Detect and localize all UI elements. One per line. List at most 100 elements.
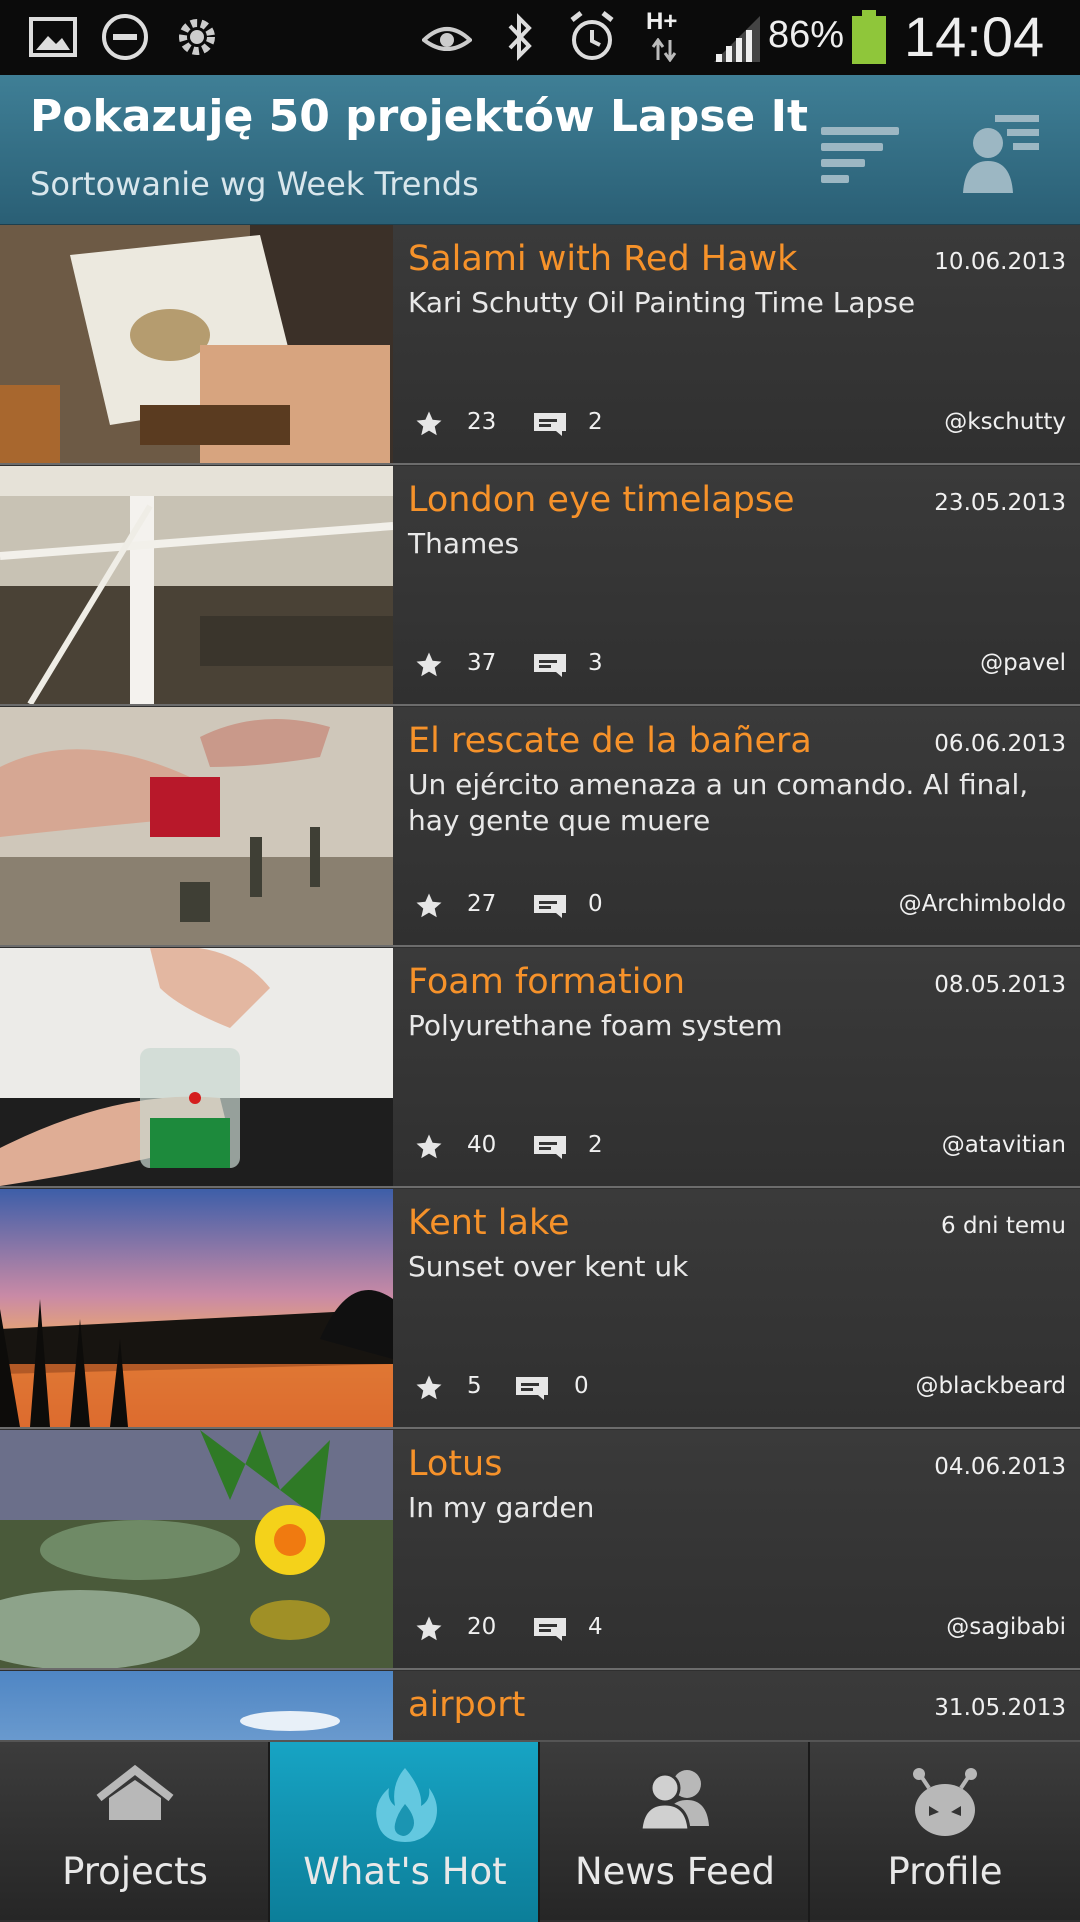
tab-label: What's Hot: [303, 1850, 507, 1893]
project-title[interactable]: London eye timelapse: [408, 480, 795, 520]
do-not-disturb-icon: [102, 14, 148, 60]
gallery-icon: [29, 17, 77, 57]
project-thumbnail: [0, 948, 393, 1186]
sort-subtitle: Sortowanie wg Week Trends: [30, 165, 479, 203]
project-date: 31.05.2013: [934, 1695, 1066, 1721]
list-item[interactable]: Salami with Red Hawk 10.06.2013 Kari Sch…: [0, 225, 1080, 465]
project-stats: 37 3: [414, 646, 714, 686]
project-date: 04.06.2013: [934, 1454, 1066, 1480]
project-date: 10.06.2013: [934, 249, 1066, 275]
project-stats: 40 2: [414, 1128, 714, 1168]
list-item[interactable]: Lotus 04.06.2013 In my garden 20 4 @sagi…: [0, 1430, 1080, 1670]
project-author[interactable]: @sagibabi: [946, 1614, 1066, 1640]
star-icon: [416, 1375, 442, 1400]
project-description: Thames: [408, 527, 520, 560]
project-thumbnail: [0, 1189, 393, 1427]
project-stats: 27 0: [414, 887, 714, 927]
list-item[interactable]: El rescate de la bañera 06.06.2013 Un ej…: [0, 707, 1080, 947]
clock: 14:04: [904, 5, 1045, 68]
project-author[interactable]: @atavitian: [942, 1132, 1066, 1158]
project-author[interactable]: @kschutty: [944, 409, 1066, 435]
likes-count: 5: [467, 1373, 482, 1399]
project-title[interactable]: Salami with Red Hawk: [408, 239, 797, 279]
comment-icon: [534, 1136, 566, 1159]
list-item[interactable]: airport 31.05.2013: [0, 1671, 1080, 1740]
project-list[interactable]: Salami with Red Hawk 10.06.2013 Kari Sch…: [0, 225, 1080, 1740]
comments-count: 4: [588, 1614, 603, 1640]
project-title[interactable]: Foam formation: [408, 962, 685, 1002]
tab-projects[interactable]: Projects: [0, 1742, 270, 1922]
status-bar: H+ 86% 14:04: [0, 0, 1080, 75]
project-thumbnail: [0, 466, 393, 704]
robot-icon: [913, 1768, 977, 1836]
project-description: Un ejército amenaza a un comando. Al fin…: [408, 768, 1029, 837]
comment-icon: [534, 654, 566, 677]
comment-icon: [534, 895, 566, 918]
tab-label: Projects: [62, 1850, 208, 1893]
likes-count: 27: [467, 891, 497, 917]
star-icon: [416, 893, 442, 918]
project-title[interactable]: El rescate de la bañera: [408, 721, 812, 761]
users-filter-button[interactable]: [955, 105, 1045, 195]
project-stats: 20 4: [414, 1610, 714, 1650]
data-arrows-icon: [651, 38, 677, 62]
comments-count: 0: [574, 1373, 589, 1399]
likes-count: 23: [467, 409, 497, 435]
project-title[interactable]: Lotus: [408, 1444, 502, 1484]
project-thumbnail: [0, 1671, 393, 1740]
sort-button[interactable]: [815, 105, 905, 195]
network-type: H+: [646, 8, 678, 35]
tab-label: News Feed: [574, 1850, 775, 1893]
project-date: 6 dni temu: [941, 1213, 1066, 1239]
project-title[interactable]: airport: [408, 1685, 525, 1725]
likes-count: 37: [467, 650, 497, 676]
project-author[interactable]: @pavel: [980, 650, 1066, 676]
project-date: 23.05.2013: [934, 490, 1066, 516]
comments-count: 3: [588, 650, 603, 676]
project-description: Kari Schutty Oil Painting Time Lapse: [408, 286, 916, 319]
star-icon: [416, 411, 442, 436]
project-author[interactable]: @Archimboldo: [899, 891, 1066, 917]
alarm-icon: [570, 11, 614, 60]
page-title: Pokazuję 50 projektów Lapse It: [30, 91, 808, 142]
list-item[interactable]: London eye timelapse 23.05.2013 Thames 3…: [0, 466, 1080, 706]
user-list-icon: [963, 115, 1039, 193]
project-author[interactable]: @blackbeard: [915, 1373, 1066, 1399]
project-description: Polyurethane foam system: [408, 1009, 783, 1042]
comments-count: 2: [588, 409, 603, 435]
project-description: In my garden: [408, 1491, 595, 1524]
home-icon: [96, 1764, 174, 1820]
likes-count: 40: [467, 1132, 497, 1158]
app-header: Pokazuję 50 projektów Lapse It Sortowani…: [0, 75, 1080, 225]
project-date: 06.06.2013: [934, 731, 1066, 757]
flame-icon: [376, 1768, 437, 1842]
star-icon: [416, 1134, 442, 1159]
settings-icon: [179, 19, 215, 55]
bluetooth-icon: [508, 13, 532, 61]
likes-count: 20: [467, 1614, 497, 1640]
project-stats: 5 0: [414, 1369, 714, 1409]
comment-icon: [534, 413, 566, 436]
tab-label: Profile: [887, 1850, 1003, 1893]
comments-count: 2: [588, 1132, 603, 1158]
tab-whats-hot[interactable]: What's Hot: [270, 1742, 540, 1922]
sort-icon: [821, 127, 899, 183]
project-title[interactable]: Kent lake: [408, 1203, 570, 1243]
comment-icon: [516, 1377, 548, 1400]
eye-icon: [422, 27, 472, 51]
tab-profile[interactable]: Profile: [810, 1742, 1080, 1922]
star-icon: [416, 652, 442, 677]
star-icon: [416, 1616, 442, 1641]
people-icon: [639, 1770, 709, 1832]
project-thumbnail: [0, 225, 393, 463]
comment-icon: [534, 1618, 566, 1641]
signal-icon: [714, 16, 760, 62]
project-stats: 23 2: [414, 405, 714, 445]
tab-news-feed[interactable]: News Feed: [540, 1742, 810, 1922]
project-thumbnail: [0, 1430, 393, 1668]
list-item[interactable]: Foam formation 08.05.2013 Polyurethane f…: [0, 948, 1080, 1188]
battery-percent: 86%: [768, 14, 845, 56]
project-date: 08.05.2013: [934, 972, 1066, 998]
comments-count: 0: [588, 891, 603, 917]
list-item[interactable]: Kent lake 6 dni temu Sunset over kent uk…: [0, 1189, 1080, 1429]
